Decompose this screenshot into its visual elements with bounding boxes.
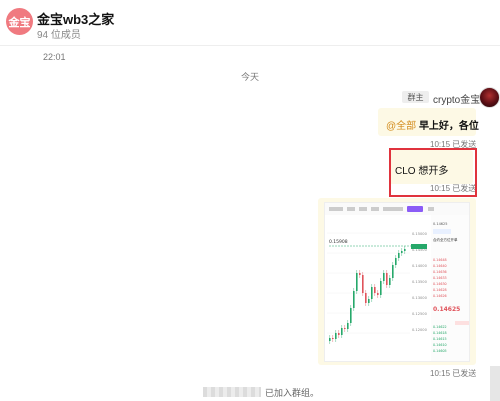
candle [332, 338, 334, 339]
candle [359, 273, 361, 275]
candle [356, 273, 358, 291]
y-tick-label: 0.14000 [412, 264, 428, 268]
candle [368, 299, 370, 303]
member-count[interactable]: 94 位成员 [37, 26, 81, 41]
y-tick-label: 0.13500 [412, 280, 428, 284]
blurred-username [203, 387, 261, 397]
owner-badge: 群主 [402, 91, 429, 103]
svg-text:0.14626: 0.14626 [433, 294, 447, 298]
candle [371, 287, 373, 299]
candle [329, 338, 331, 341]
candle [362, 275, 364, 293]
candle [338, 333, 340, 335]
chart-screenshot[interactable]: 0.15908 0.15000 0.14500 0.14000 0.13500 0.13… [324, 202, 470, 362]
svg-text:0.14610: 0.14610 [433, 343, 447, 347]
svg-text:0.14625: 0.14625 [433, 222, 447, 226]
svg-text:0.14636: 0.14636 [433, 270, 447, 274]
y-tick-label: 0.12500 [412, 312, 428, 316]
price-marker-label: 0.15908 [329, 239, 348, 245]
candle [350, 308, 352, 323]
sender-avatar[interactable] [479, 87, 500, 108]
candle [395, 258, 397, 265]
candle [386, 273, 388, 285]
candle [398, 253, 400, 258]
candle [344, 328, 346, 329]
timestamp: 22:01 [43, 52, 66, 62]
mention-all[interactable]: @全部 [386, 121, 416, 132]
svg-text:0.14633: 0.14633 [433, 276, 447, 280]
svg-text:0.14640: 0.14640 [433, 264, 447, 268]
svg-text:0.14648: 0.14648 [433, 258, 447, 262]
join-notice: 已加入群组。 [265, 388, 320, 398]
svg-text:0.14622: 0.14622 [433, 325, 447, 329]
header-divider [0, 45, 500, 46]
current-price: 0.14625 [433, 306, 460, 313]
candle [404, 249, 406, 251]
y-tick-label: 0.15000 [412, 232, 428, 236]
candle [365, 293, 367, 303]
candle [341, 328, 343, 335]
candle [392, 265, 394, 278]
message-status: 已发送 [452, 369, 477, 378]
candle [374, 287, 376, 293]
candles [329, 246, 406, 344]
y-tick-label: 0.12000 [412, 328, 428, 332]
candle [377, 293, 379, 295]
svg-text:0.14618: 0.14618 [433, 331, 447, 335]
date-separator: 今天 [240, 72, 259, 82]
orderbook-title: 合约全方位开单 [433, 237, 458, 242]
sender-name[interactable]: crypto金宝 [433, 91, 480, 106]
highlight-box [389, 148, 477, 197]
scroll-thumb[interactable] [490, 366, 500, 401]
message-text: 早上好，各位 [418, 121, 479, 132]
svg-text:0.14605: 0.14605 [433, 349, 447, 353]
svg-text:0.14630: 0.14630 [433, 282, 447, 286]
chat-header: 金宝 金宝wb3之家 94 位成员 [0, 0, 500, 46]
svg-text:0.14628: 0.14628 [433, 288, 447, 292]
candle [353, 291, 355, 308]
candle [347, 323, 349, 329]
candle [383, 273, 385, 281]
group-avatar[interactable]: 金宝 [6, 8, 33, 35]
candle [401, 251, 403, 253]
candle [389, 278, 391, 285]
message-time: 10:15 [430, 369, 451, 378]
chart-svg: 0.15908 0.150000.145000.140000.135000.13… [325, 203, 469, 361]
y-tick-label: 0.13000 [412, 296, 428, 300]
message-bubble[interactable]: @全部 早上好，各位 [378, 108, 479, 136]
svg-text:0.14615: 0.14615 [433, 337, 447, 341]
message-meta: 10:15 已发送 [430, 368, 476, 379]
candle [335, 333, 337, 339]
candle [380, 281, 382, 295]
